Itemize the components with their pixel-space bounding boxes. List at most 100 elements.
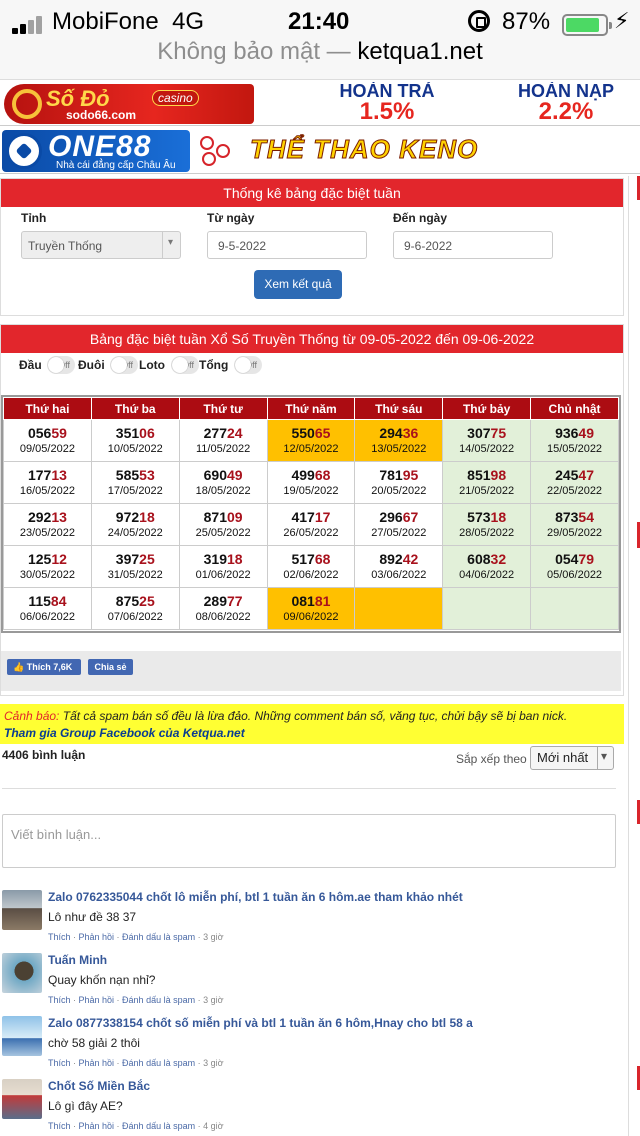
mark-spam-link[interactable]: Đánh dấu là spam	[122, 995, 195, 1005]
orientation-lock-icon	[468, 10, 490, 32]
to-date-input[interactable]: 9-6-2022	[393, 231, 553, 259]
number-tail: 42	[402, 551, 419, 567]
avatar[interactable]	[2, 890, 42, 930]
view-results-button[interactable]: Xem kết quả	[254, 270, 342, 299]
avatar[interactable]	[2, 1079, 42, 1119]
facebook-group-link[interactable]: Tham gia Group Facebook của Ketqua.net	[4, 725, 620, 742]
result-number: 55065	[268, 425, 355, 442]
number-head: 245	[555, 467, 579, 483]
result-number: 39725	[92, 551, 179, 568]
result-cell: 89242 03/06/2022	[354, 545, 444, 588]
comment-author[interactable]: Zalo 0762335044 chốt lô miễn phí, btl 1 …	[48, 890, 463, 904]
comment-time: 3 giờ	[203, 995, 224, 1005]
result-cell: 93649 15/05/2022	[530, 419, 619, 462]
mark-spam-link[interactable]: Đánh dấu là spam	[122, 1058, 195, 1068]
toggle-switch[interactable]: Off	[234, 356, 262, 374]
comment-actions: Thích · Phản hồi · Đánh dấu là spam · 4 …	[48, 1121, 224, 1131]
result-cell: 58553 17/05/2022	[90, 461, 180, 504]
draw-date: 20/05/2022	[371, 485, 427, 497]
number-head: 690	[203, 467, 227, 483]
day-header: Thứ năm	[266, 397, 356, 420]
charging-icon: ⚡	[614, 8, 630, 33]
address-bar[interactable]: Không bảo mật — ketqua1.net	[0, 38, 640, 66]
number-tail: 75	[490, 425, 507, 441]
draw-date: 07/06/2022	[107, 611, 163, 623]
soccer-ball-icon	[6, 133, 42, 169]
comment-count: 4406 bình luận	[2, 748, 86, 762]
like-link[interactable]: Thích	[48, 1121, 71, 1131]
comment-author[interactable]: Tuấn Minh	[48, 953, 107, 967]
result-cell: 30775 14/05/2022	[442, 419, 532, 462]
toggle-switch[interactable]: Off	[47, 356, 75, 374]
number-head: 875	[115, 593, 140, 609]
from-date-input[interactable]: 9-5-2022	[207, 231, 367, 259]
table-row: 05659 09/05/2022 35106 10/05/2022 27724 11/05…	[3, 419, 619, 462]
result-number: 11584	[4, 593, 91, 610]
promo-hoan-nap: HOÀN NẠP 2.2%	[517, 82, 614, 125]
number-head: 397	[115, 551, 140, 567]
toggle-loto[interactable]: Loto Off	[139, 355, 199, 375]
result-cell: 85198 21/05/2022	[442, 461, 532, 504]
province-label: Tỉnh	[21, 211, 47, 225]
url-host: ketqua1.net	[357, 38, 483, 65]
browser-status-bar: MobiFone 4G 21:40 87% ⚡ Không bảo mật — …	[0, 0, 640, 80]
mark-spam-link[interactable]: Đánh dấu là spam	[122, 932, 195, 942]
toggle-duoi[interactable]: Đuôi Off	[78, 355, 138, 375]
result-cell: 27724 11/05/2022	[178, 419, 268, 462]
number-head: 608	[467, 551, 491, 567]
number-tail: 49	[578, 425, 594, 441]
avatar[interactable]	[2, 1016, 42, 1056]
draw-date: 09/06/2022	[283, 611, 339, 623]
promo-hoan-tra: HOÀN TRẢ 1.5%	[339, 82, 435, 125]
comment-input[interactable]: Viết bình luận...	[2, 814, 616, 868]
number-tail: 81	[314, 593, 331, 609]
reply-link[interactable]: Phản hồi	[79, 1121, 115, 1131]
sort-select[interactable]: Mới nhất	[530, 746, 614, 770]
comment-author[interactable]: Chốt Số Miền Bắc	[48, 1079, 150, 1093]
result-cell: 28977 08/06/2022	[178, 587, 268, 630]
reply-link[interactable]: Phản hồi	[79, 932, 115, 942]
province-select[interactable]: Truyền Thống	[21, 231, 181, 259]
result-number: 05479	[531, 551, 618, 568]
result-cell: 69049 18/05/2022	[178, 461, 268, 504]
toggle-switch[interactable]: Off	[171, 356, 199, 374]
result-cell: 51768 02/06/2022	[266, 545, 356, 588]
number-head: 319	[203, 551, 227, 567]
like-link[interactable]: Thích	[48, 932, 71, 942]
draw-date: 12/05/2022	[283, 443, 339, 455]
comment-text: Quay khốn nạn nhỉ?	[48, 973, 156, 987]
number-tail: 17	[314, 509, 331, 525]
result-number: 41717	[268, 509, 355, 526]
facebook-share-button[interactable]: Chia sẻ	[88, 659, 133, 675]
one88-banner[interactable]: ONE88 Nhà cái đẳng cấp Châu Âu THỂ THAO …	[0, 128, 640, 174]
day-header: Thứ sáu	[354, 397, 444, 420]
toggle-switch[interactable]: Off	[110, 356, 138, 374]
number-head: 936	[555, 425, 579, 441]
day-header: Thứ ba	[90, 397, 180, 420]
comment-author[interactable]: Zalo 0877338154 chốt số miễn phí và btl …	[48, 1016, 473, 1030]
day-header-row: Thứ hai Thứ ba Thứ tư Thứ năm Thứ sáu Thứ bảy…	[3, 397, 619, 420]
result-cell: 49968 19/05/2022	[266, 461, 356, 504]
number-head: 289	[203, 593, 227, 609]
sodo-casino-banner[interactable]: Số Đỏ casino sodo66.com HOÀN TRẢ 1.5% HOÀ…	[0, 82, 640, 126]
comment-time: 3 giờ	[203, 1058, 224, 1068]
mark-spam-link[interactable]: Đánh dấu là spam	[122, 1121, 195, 1131]
facebook-like-button[interactable]: 👍 Thích 7,6K	[7, 659, 81, 675]
lottery-balls-icon	[198, 134, 244, 168]
draw-date: 17/05/2022	[107, 485, 163, 497]
number-tail: 79	[578, 551, 594, 567]
result-cell: 60832 04/06/2022	[442, 545, 532, 588]
result-cell: 39725 31/05/2022	[90, 545, 180, 588]
reply-link[interactable]: Phản hồi	[79, 1058, 115, 1068]
toggle-tong[interactable]: Tổng Off	[199, 355, 262, 375]
toggle-dau[interactable]: Đầu Off	[19, 355, 75, 375]
reply-link[interactable]: Phản hồi	[79, 995, 115, 1005]
result-cell: 55065 12/05/2022	[266, 419, 356, 462]
like-link[interactable]: Thích	[48, 1058, 71, 1068]
avatar[interactable]	[2, 953, 42, 993]
number-head: 307	[467, 425, 491, 441]
chevron-down-icon	[597, 747, 613, 769]
result-number: 87354	[531, 509, 618, 526]
result-cell: 05479 05/06/2022	[530, 545, 619, 588]
like-link[interactable]: Thích	[48, 995, 71, 1005]
